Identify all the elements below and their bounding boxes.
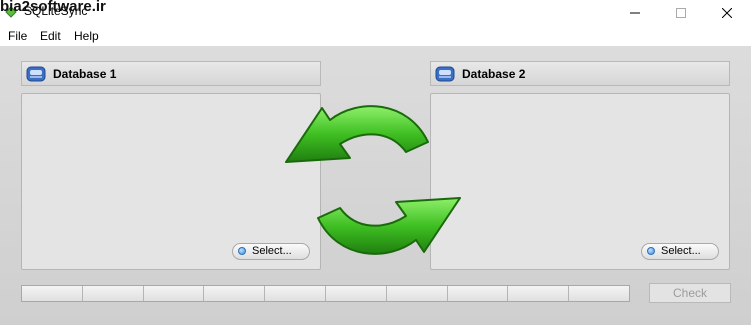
menu-file[interactable]: File	[8, 29, 27, 43]
sync-arrows-icon	[285, 105, 461, 255]
progress-segment	[204, 286, 266, 301]
progress-segment	[22, 286, 83, 301]
minimize-button[interactable]	[612, 0, 658, 26]
select-bullet-icon	[238, 247, 246, 255]
progress-bar	[21, 285, 630, 302]
database2-panel: Select...	[430, 93, 730, 270]
progress-segment	[265, 286, 326, 301]
menu-edit[interactable]: Edit	[40, 29, 61, 43]
database2-select-label: Select...	[661, 245, 701, 257]
database1-title: Database 1	[53, 67, 117, 81]
database-icon	[435, 66, 455, 82]
database1-panel: Select...	[21, 93, 321, 270]
progress-segment	[448, 286, 509, 301]
database2-select-button[interactable]: Select...	[641, 243, 719, 260]
close-icon	[722, 8, 732, 18]
menu-bar: File Edit Help	[0, 26, 751, 46]
title-bar: SQLiteSync bia2software.ir	[0, 0, 751, 26]
progress-segment	[326, 286, 387, 301]
select-bullet-icon	[647, 247, 655, 255]
database-icon	[26, 66, 46, 82]
check-button[interactable]: Check	[649, 283, 731, 303]
database2-title: Database 2	[462, 67, 526, 81]
database2-header: Database 2	[430, 61, 730, 86]
progress-segment	[569, 286, 629, 301]
menu-help[interactable]: Help	[74, 29, 99, 43]
maximize-icon	[676, 8, 686, 18]
database1-header: Database 1	[21, 61, 321, 86]
progress-segment	[144, 286, 205, 301]
watermark-text: bia2software.ir	[0, 0, 106, 15]
progress-segment	[508, 286, 570, 301]
main-area: Database 1 Select... Database 2 Select..…	[0, 46, 751, 325]
minimize-icon	[630, 12, 640, 14]
close-button[interactable]	[704, 0, 750, 26]
progress-segment	[83, 286, 144, 301]
progress-segment	[387, 286, 448, 301]
maximize-button[interactable]	[658, 0, 704, 26]
